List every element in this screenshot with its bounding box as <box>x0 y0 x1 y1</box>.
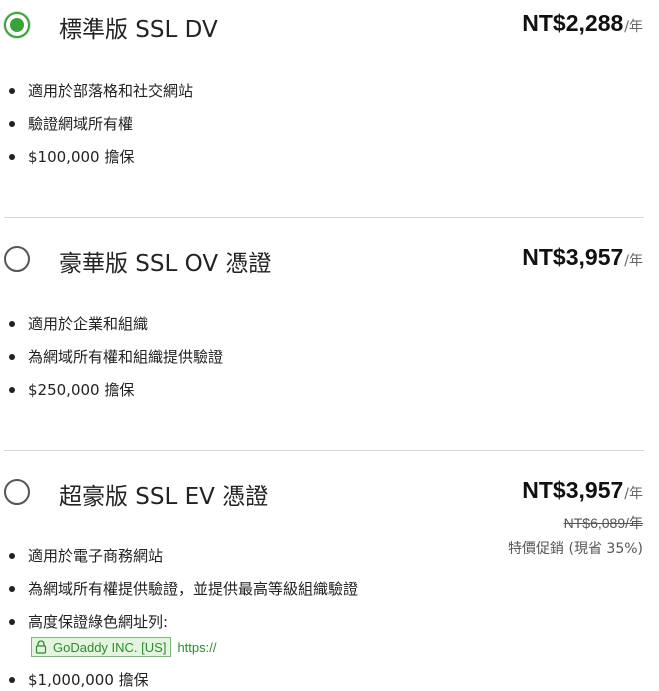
plan-price: NT$2,288/年 <box>522 10 643 37</box>
radio-selected-icon[interactable] <box>4 12 30 38</box>
ev-badge-text: GoDaddy INC. [US] <box>53 639 167 655</box>
ev-badge: GoDaddy INC. [US] <box>31 637 172 657</box>
bullet-icon <box>9 387 15 393</box>
bullet-icon <box>9 88 15 94</box>
bullet-icon <box>9 154 15 160</box>
radio-empty-icon[interactable] <box>4 479 30 505</box>
bullet-icon <box>9 553 15 559</box>
plan-title: 超豪版 SSL EV 憑證 <box>59 484 269 510</box>
bullet-icon <box>9 121 15 127</box>
price-unit: /年 <box>624 19 643 35</box>
radio-empty-icon[interactable] <box>4 246 30 272</box>
old-price: NT$6,089/年 <box>563 515 643 531</box>
plan-price: NT$3,957/年 <box>522 477 643 504</box>
bullet-icon <box>9 677 15 683</box>
plan-title: 標準版 SSL DV <box>59 17 218 43</box>
price-unit: /年 <box>624 253 643 269</box>
plan-price: NT$3,957/年 <box>522 244 643 271</box>
bullet-icon <box>9 321 15 327</box>
bullet-icon <box>9 586 15 592</box>
ev-url: https:// <box>177 639 217 655</box>
sale-label: 特價促銷 (現省 35%) <box>508 541 643 557</box>
divider <box>4 450 644 451</box>
radio-dot <box>10 18 24 32</box>
price-amount: NT$2,288 <box>522 10 624 36</box>
divider <box>4 217 644 218</box>
bullet-icon <box>9 619 15 625</box>
bullet-icon <box>9 354 15 360</box>
lock-icon <box>35 640 47 654</box>
plan-title: 豪華版 SSL OV 憑證 <box>59 251 272 277</box>
ev-address-bar: GoDaddy INC. [US] https:// <box>31 637 216 657</box>
price-unit: /年 <box>624 486 643 502</box>
price-amount: NT$3,957 <box>522 244 624 270</box>
price-amount: NT$3,957 <box>522 477 624 503</box>
